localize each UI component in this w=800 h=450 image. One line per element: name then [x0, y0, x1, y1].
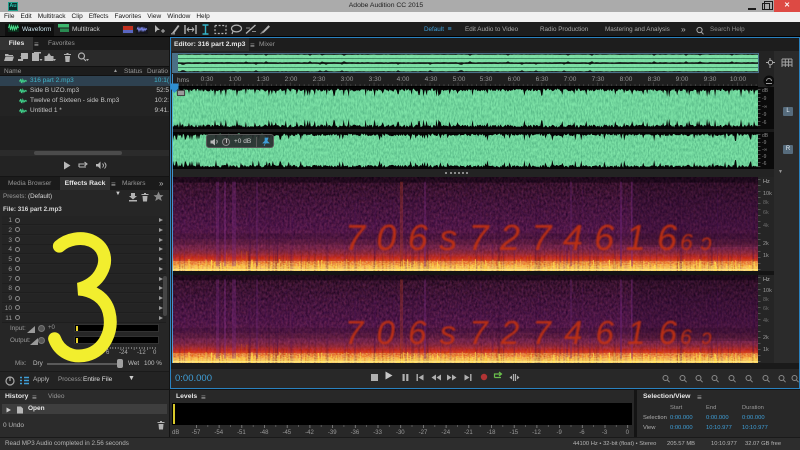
svg-text:-39: -39 [328, 430, 337, 436]
svg-text:-24: -24 [441, 430, 450, 436]
svg-text:0: 0 [626, 430, 630, 436]
svg-text:-42: -42 [305, 430, 314, 436]
svg-text:-21: -21 [464, 430, 473, 436]
svg-text:-48: -48 [260, 430, 269, 436]
svg-text:-18: -18 [487, 430, 496, 436]
svg-text:706s7274616: 706s7274616 [345, 314, 678, 351]
svg-text:-6: -6 [579, 430, 585, 436]
svg-text:-51: -51 [237, 430, 246, 436]
svg-text:-45: -45 [282, 430, 291, 436]
svg-text:-54: -54 [214, 430, 223, 436]
svg-text:-15: -15 [509, 430, 518, 436]
svg-text:-57: -57 [192, 430, 201, 436]
svg-text:-33: -33 [373, 430, 382, 436]
svg-text:dB: dB [172, 430, 179, 436]
svg-text:706s7274616: 706s7274616 [345, 217, 678, 258]
svg-text:-36: -36 [351, 430, 360, 436]
svg-text:-30: -30 [396, 430, 405, 436]
svg-text:-9: -9 [557, 430, 563, 436]
svg-text:-12: -12 [532, 430, 541, 436]
svg-text:-27: -27 [419, 430, 428, 436]
svg-text:-3: -3 [602, 430, 608, 436]
